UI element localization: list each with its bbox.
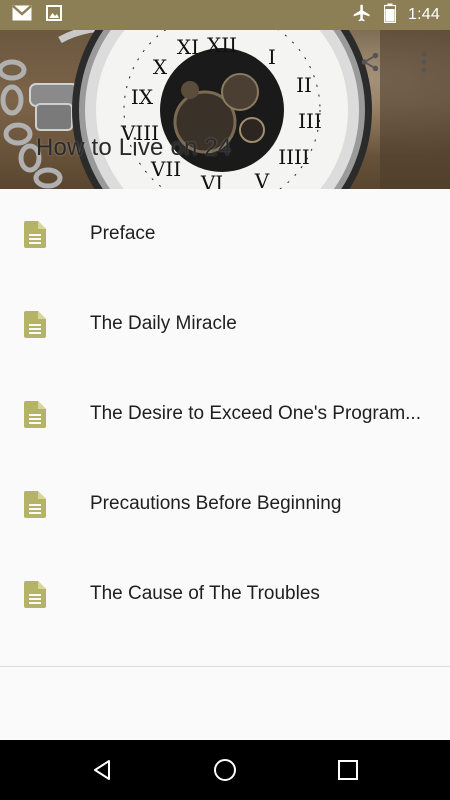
recents-icon xyxy=(338,760,359,780)
document-icon xyxy=(24,311,46,338)
battery-icon xyxy=(383,3,397,28)
share-icon xyxy=(361,52,379,72)
airplane-mode-icon xyxy=(352,3,372,28)
chapter-title: Precautions Before Beginning xyxy=(90,493,342,514)
image-icon xyxy=(46,4,62,26)
svg-text:V: V xyxy=(254,169,270,189)
svg-text:VI: VI xyxy=(200,171,223,189)
recents-button[interactable] xyxy=(324,746,372,794)
svg-text:III: III xyxy=(298,109,322,133)
overflow-menu-icon xyxy=(421,51,427,73)
chapter-title: Preface xyxy=(90,223,156,244)
share-button[interactable] xyxy=(356,48,384,76)
book-title: How to Live on 24 xyxy=(36,134,232,161)
list-item[interactable]: The Desire to Exceed One's Program... xyxy=(0,369,450,459)
header-banner: XII I II III IIII V VI VII VIII IX X XI … xyxy=(0,30,450,189)
home-icon xyxy=(213,759,236,781)
back-button[interactable] xyxy=(78,746,126,794)
svg-text:II: II xyxy=(296,73,312,97)
chapter-title: The Desire to Exceed One's Program... xyxy=(90,403,421,424)
list-item[interactable]: The Daily Miracle xyxy=(0,279,450,369)
svg-text:XI: XI xyxy=(177,35,199,59)
clock: 1:44 xyxy=(408,6,440,23)
svg-text:I: I xyxy=(268,45,276,69)
status-notifications xyxy=(12,4,62,26)
svg-text:IIII: IIII xyxy=(278,145,310,169)
document-icon xyxy=(24,401,46,428)
document-icon xyxy=(24,491,46,518)
list-item[interactable]: The Cause of The Troubles xyxy=(0,549,450,639)
list-item[interactable]: Preface xyxy=(0,189,450,279)
document-icon xyxy=(24,221,46,248)
svg-text:IX: IX xyxy=(131,85,154,109)
back-icon xyxy=(93,760,110,780)
status-bar: 1:44 xyxy=(0,0,450,30)
list-item[interactable]: Precautions Before Beginning xyxy=(0,459,450,549)
overflow-menu-button[interactable] xyxy=(414,48,434,76)
list-divider xyxy=(0,666,450,667)
document-icon xyxy=(24,581,46,608)
navigation-bar xyxy=(0,740,450,800)
svg-text:X: X xyxy=(153,55,168,79)
chapter-title: The Daily Miracle xyxy=(90,313,237,334)
chapter-title: The Cause of The Troubles xyxy=(90,583,320,604)
chapter-list: Preface The Daily Miracle The Desire to … xyxy=(0,189,450,639)
gmail-icon xyxy=(12,4,32,26)
svg-text:XII: XII xyxy=(207,33,237,57)
home-button[interactable] xyxy=(201,746,249,794)
status-system: 1:44 xyxy=(352,3,440,28)
